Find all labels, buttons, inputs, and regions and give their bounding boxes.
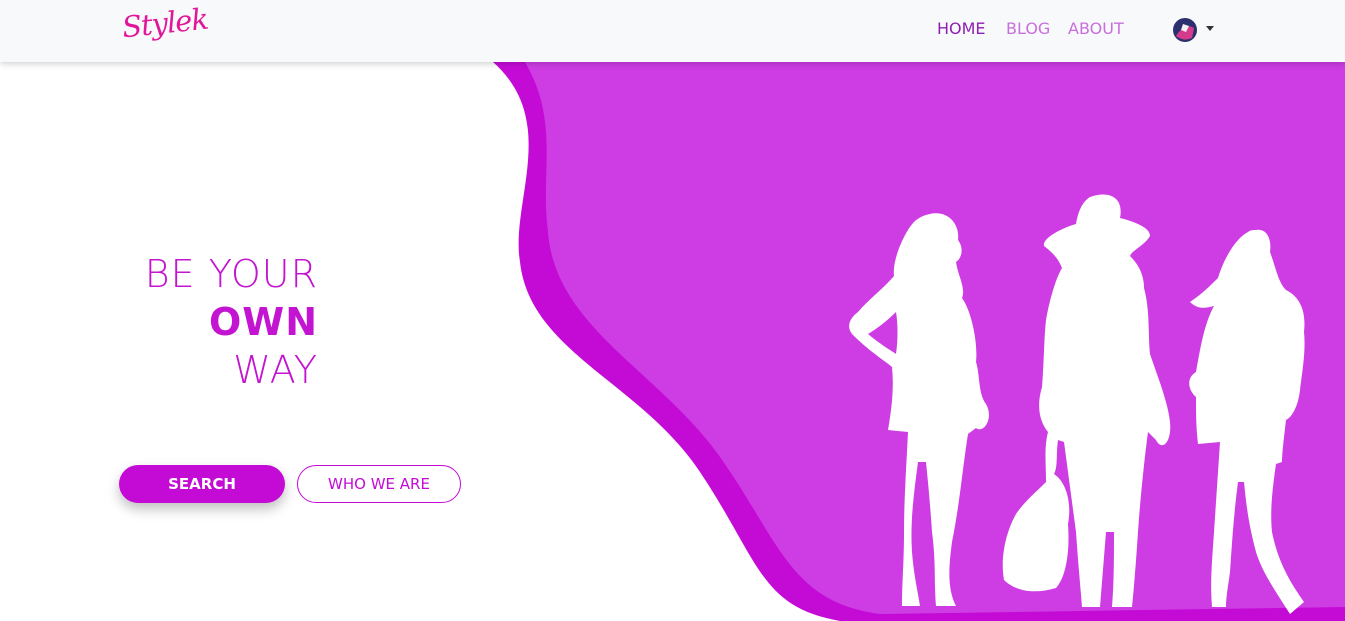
headline-line-3: WAY: [233, 348, 318, 392]
nav-about-link[interactable]: ABOUT: [1068, 19, 1124, 38]
headline-line-1: BE YOUR: [144, 252, 318, 296]
hero-headline: BE YOUR OWN WAY: [145, 250, 318, 394]
nav-blog-link[interactable]: BLOG: [1006, 19, 1050, 38]
user-avatar[interactable]: [1172, 18, 1198, 42]
chevron-down-icon[interactable]: [1206, 26, 1214, 31]
top-navbar: Stylek HOME BLOG ABOUT: [0, 0, 1345, 62]
search-button[interactable]: SEARCH: [119, 465, 285, 503]
brand-logo[interactable]: Stylek: [120, 2, 209, 45]
nav-home-link[interactable]: HOME: [937, 19, 986, 38]
who-we-are-button[interactable]: WHO WE ARE: [297, 465, 461, 503]
headline-line-2: OWN: [208, 300, 318, 344]
